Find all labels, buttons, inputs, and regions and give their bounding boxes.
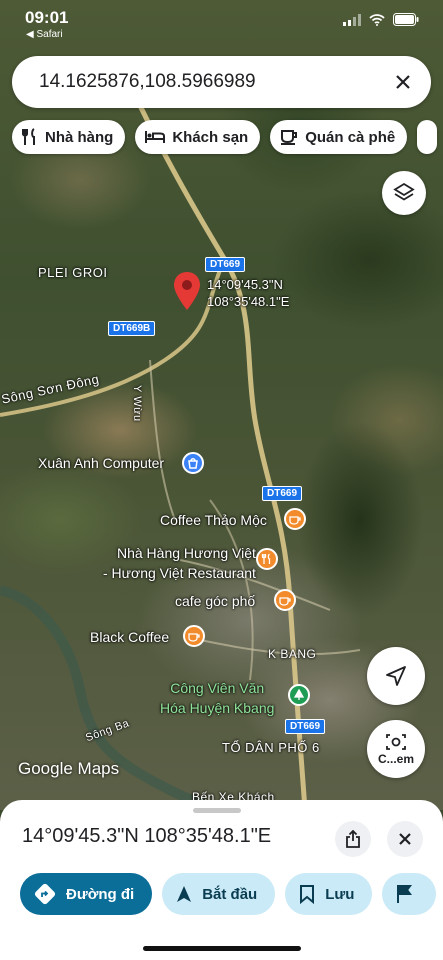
directions-button[interactable]: Đường đi [20, 873, 153, 915]
poi-label-nha-hang-huong-viet[interactable]: Nhà Hàng Hương Việt - Hương Việt Restaur… [103, 543, 256, 583]
chip-restaurants[interactable]: Nhà hàng [12, 120, 126, 154]
place-label-kbang: K BANG [268, 647, 317, 661]
poi-label-cong-vien[interactable]: Công Viên Văn Hóa Huyện Kbang [160, 678, 274, 718]
poi-label-line: Hóa Huyện Kbang [160, 700, 275, 716]
poi-label-coffee-thao-moc[interactable]: Coffee Thảo Mộc [160, 510, 267, 530]
save-label: Lưu [325, 885, 355, 903]
clear-search-button[interactable] [383, 62, 423, 102]
poi-label-line: - Hương Việt Restaurant [103, 565, 256, 581]
computer-store-icon[interactable] [182, 452, 204, 474]
place-title: 14°09'45.3"N 108°35'48.1"E [22, 825, 272, 847]
pin-coordinates-label: 14°09'45.3"N 108°35'48.1"E [207, 276, 289, 310]
poi-label-line: Công Viên Văn [170, 680, 265, 696]
place-label-plei-groi: PLEI GROI [38, 265, 108, 280]
coffee-cup-icon [281, 130, 298, 145]
pin-lat-text: 14°09'45.3"N [207, 277, 283, 292]
poi-label-cafe-goc-pho[interactable]: cafe góc phố [175, 591, 255, 611]
google-maps-logo: Google Maps [18, 759, 120, 778]
restaurant-icon[interactable] [256, 548, 278, 570]
place-actions: Đường đi Bắt đầu Lưu [20, 873, 437, 915]
close-icon [399, 833, 411, 845]
search-input[interactable]: 14.1625876,108.5966989 [39, 71, 383, 93]
directions-label: Đường đi [66, 885, 135, 903]
cafe-icon[interactable] [183, 625, 205, 647]
close-sheet-button[interactable] [387, 821, 423, 857]
camera-button-label: C...em [377, 751, 414, 766]
back-to-safari-link[interactable]: ◀ Safari [26, 29, 63, 40]
share-icon [346, 830, 360, 848]
search-bar[interactable]: 14.1625876,108.5966989 [12, 56, 431, 108]
start-button[interactable]: Bắt đầu [162, 873, 276, 915]
dropped-pin-icon[interactable] [174, 272, 200, 315]
poi-label-xuan-anh[interactable]: Xuân Anh Computer [38, 453, 164, 473]
place-bottom-sheet[interactable]: 14°09'45.3"N 108°35'48.1"E Đường đi Bắt … [0, 800, 443, 960]
home-indicator [143, 946, 301, 951]
category-chips: Nhà hàng Khách sạn Quán cà phê [12, 120, 438, 154]
battery-icon [393, 13, 419, 26]
chip-more[interactable] [417, 120, 438, 154]
park-tree-icon[interactable] [288, 684, 310, 706]
chip-label: Quán cà phê [305, 128, 396, 146]
share-button[interactable] [335, 821, 371, 857]
poi-label-line: Nhà Hàng Hương Việt [116, 545, 256, 561]
close-icon [396, 75, 410, 89]
cafe-icon[interactable] [274, 589, 296, 611]
status-bar: 09:01 ◀ Safari [0, 0, 443, 48]
flag-icon [397, 885, 413, 903]
bookmark-icon [300, 885, 315, 904]
navigation-arrow-icon [386, 666, 406, 686]
street-label-y-wuu: Y Wừu [131, 385, 143, 422]
bed-icon [145, 131, 166, 143]
status-icons [343, 13, 419, 26]
route-badge-dt669b: DT669B [108, 321, 156, 336]
layers-icon [393, 182, 415, 201]
camera-icon [386, 733, 406, 750]
pin-lng-text: 108°35'48.1"E [207, 294, 290, 309]
route-badge-dt669: DT669 [285, 719, 326, 734]
start-label: Bắt đầu [202, 885, 258, 903]
poi-label-black-coffee[interactable]: Black Coffee [90, 627, 169, 647]
chip-coffee[interactable]: Quán cà phê [270, 120, 408, 154]
chip-label: Khách sạn [172, 128, 249, 146]
wifi-icon [369, 13, 385, 26]
my-location-button[interactable] [367, 647, 425, 705]
place-label-to-dan-pho: TỔ DÂN PHỐ 6 [222, 740, 320, 755]
directions-icon [34, 883, 56, 905]
cafe-icon[interactable] [284, 508, 306, 530]
chip-hotels[interactable]: Khách sạn [135, 120, 261, 154]
route-badge-dt669: DT669 [205, 257, 246, 272]
camera-button[interactable]: C...em [367, 720, 425, 778]
fork-knife-icon [22, 128, 35, 145]
status-time: 09:01 [25, 8, 69, 27]
label-button[interactable] [382, 873, 437, 915]
save-button[interactable]: Lưu [285, 873, 373, 915]
sheet-drag-handle[interactable] [193, 808, 241, 813]
chip-label: Nhà hàng [45, 128, 114, 146]
map-layers-button[interactable] [382, 171, 426, 215]
route-badge-dt669: DT669 [262, 486, 303, 501]
navigation-arrow-icon [177, 886, 192, 902]
cellular-signal-icon [343, 13, 361, 26]
